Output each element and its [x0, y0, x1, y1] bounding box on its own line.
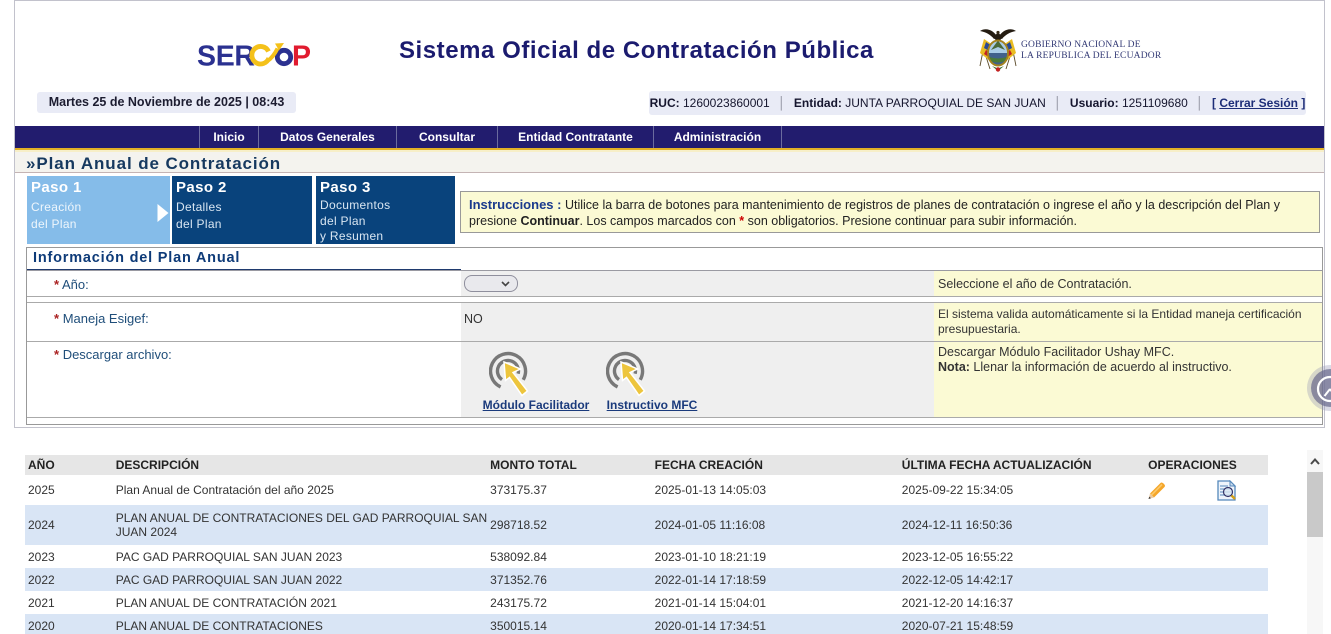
svg-text:SER: SER: [197, 41, 255, 73]
svg-text:P: P: [292, 41, 311, 73]
